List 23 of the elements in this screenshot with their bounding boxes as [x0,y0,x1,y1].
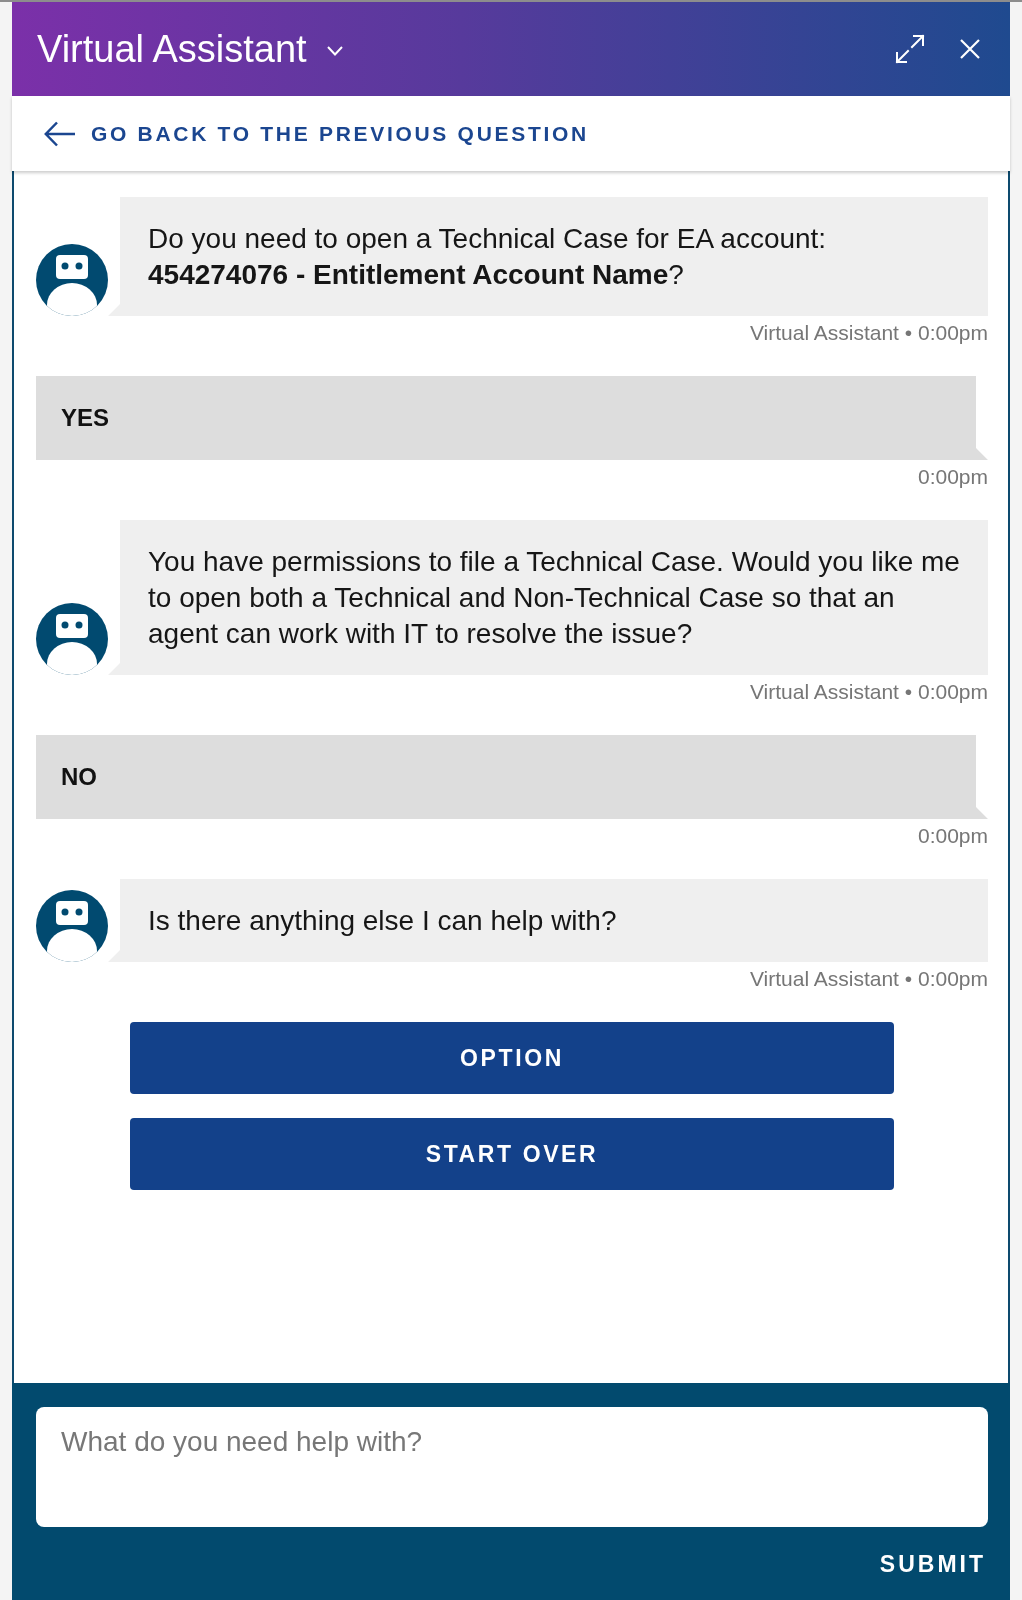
reply-bubble: NO [36,735,988,819]
close-icon[interactable] [960,39,980,59]
message-meta: Virtual Assistant • 0:00pm [749,321,988,345]
option-button[interactable]: START OVER [130,1118,894,1190]
message-bubble: Is there anything else I can help with? [108,879,988,962]
robot-avatar-icon [36,890,108,962]
message-meta: Virtual Assistant • 0:00pm [749,967,988,991]
robot-avatar-icon [36,244,108,316]
message-input[interactable]: What do you need help with? [36,1407,988,1527]
option-button[interactable]: OPTION [130,1022,894,1094]
message-meta: Virtual Assistant • 0:00pm [749,680,988,704]
message-time: 0:00pm [917,824,988,848]
message-bubble: Do you need to open a Technical Case for EA account: 454274076 - Entitlement Account Name? [108,197,988,316]
back-link[interactable]: GO BACK TO THE PREVIOUS QUESTION [44,119,589,148]
robot-avatar-icon [36,603,108,675]
message-bubble: You have permissions to file a Technical Case. Would you like me to open both a Technical and Non-Technical Case so that an agent can work with IT to resolve the issue? [108,520,988,675]
window-title: Virtual Assistant [37,27,307,72]
reply-bubble: YES [36,376,988,460]
expand-icon[interactable] [895,34,925,64]
submit-button[interactable]: SUBMIT [879,1551,986,1577]
chevron-down-icon[interactable] [326,46,343,56]
arrow-left-icon [44,120,76,147]
message-time: 0:00pm [917,465,988,489]
